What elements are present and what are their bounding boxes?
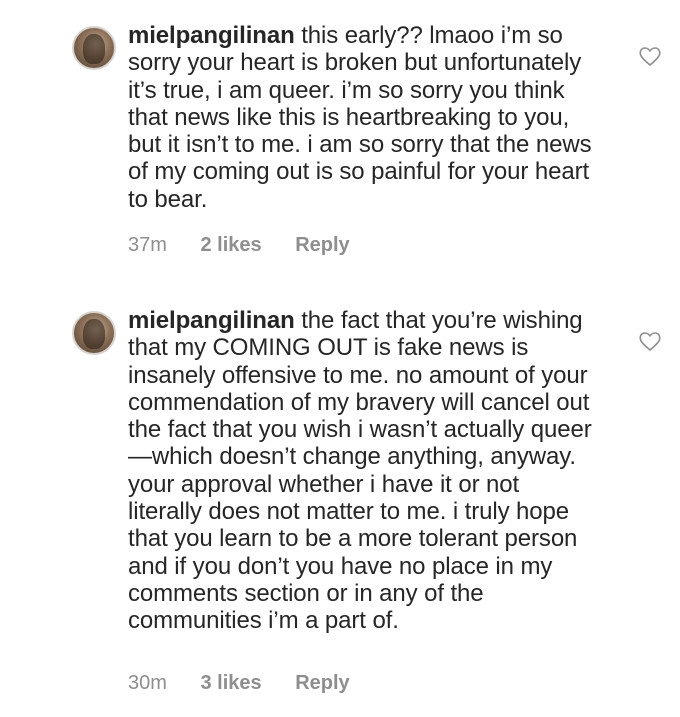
reply-button[interactable]: Reply: [295, 672, 349, 694]
timestamp: 30m: [128, 672, 167, 694]
heart-icon[interactable]: [638, 45, 662, 67]
timestamp: 37m: [128, 234, 167, 256]
comment-text: this early?? lmaoo i’m so sorry your hea…: [128, 22, 592, 213]
comment-body: mielpangilinan this early?? lmaoo i’m so…: [128, 22, 598, 213]
comment-meta: 30m 3 likes Reply: [128, 672, 378, 695]
avatar[interactable]: [72, 311, 116, 355]
comment-meta: 37m 2 likes Reply: [128, 234, 378, 257]
heart-icon[interactable]: [638, 330, 662, 352]
reply-button[interactable]: Reply: [295, 234, 349, 256]
comment-body: mielpangilinan the fact that you’re wish…: [128, 307, 598, 635]
likes-count[interactable]: 2 likes: [200, 234, 261, 256]
username[interactable]: mielpangilinan: [128, 22, 295, 49]
comment-text: the fact that you’re wishing that my COM…: [128, 307, 592, 635]
username[interactable]: mielpangilinan: [128, 307, 295, 334]
likes-count[interactable]: 3 likes: [200, 672, 261, 694]
avatar[interactable]: [72, 26, 116, 70]
